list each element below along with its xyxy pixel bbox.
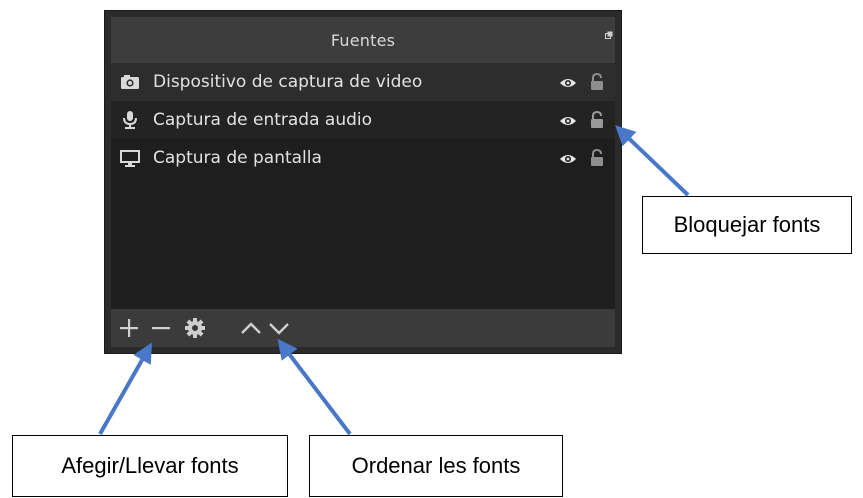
lock-icon[interactable] [589,148,605,168]
callout-add-remove-sources: Afegir/Llevar fonts [12,435,288,497]
lock-icon[interactable] [589,110,605,130]
stage: Fuentes Dispositivo de captura de video [0,0,863,498]
callout-text: Afegir/Llevar fonts [61,453,239,478]
remove-source-button[interactable] [149,315,173,341]
microphone-icon [119,110,141,130]
arrow-to-order [277,338,352,436]
remove-icon [152,327,170,330]
callout-lock-sources: Bloquejar fonts [642,196,852,254]
callout-order-sources: Ordenar les fonts [309,435,563,497]
add-source-button[interactable] [117,315,141,341]
source-item-video-capture[interactable]: Dispositivo de captura de video [111,63,615,101]
gear-icon [185,318,205,338]
monitor-icon [119,148,141,168]
arrow-up-icon [241,322,261,334]
add-icon [120,319,138,337]
visibility-eye-icon[interactable] [559,113,577,127]
sources-dock: Fuentes Dispositivo de captura de video [104,10,622,354]
move-source-down-button[interactable] [267,315,291,341]
sources-list[interactable]: Dispositivo de captura de video Captura … [111,63,615,313]
camera-icon [119,72,141,92]
sources-toolbar [111,309,615,347]
move-source-up-button[interactable] [239,315,263,341]
dock-float-icon[interactable] [605,31,613,39]
source-item-screen-capture[interactable]: Captura de pantalla [111,139,615,177]
dock-title-label: Fuentes [330,30,396,50]
lock-icon[interactable] [589,72,605,92]
visibility-eye-icon[interactable] [559,75,577,89]
source-properties-button[interactable] [183,315,207,341]
callout-text: Bloquejar fonts [673,212,821,237]
visibility-eye-icon[interactable] [559,151,577,165]
arrow-down-icon [269,323,289,335]
dock-title: Fuentes [111,17,615,63]
source-label: Dispositivo de captura de video [153,72,423,92]
source-label: Captura de entrada audio [153,110,373,130]
arrow-to-add-remove [98,342,152,435]
callout-text: Ordenar les fonts [351,453,521,478]
source-label: Captura de pantalla [153,148,322,168]
arrow-to-lock [615,125,690,197]
source-item-audio-input[interactable]: Captura de entrada audio [111,101,615,139]
